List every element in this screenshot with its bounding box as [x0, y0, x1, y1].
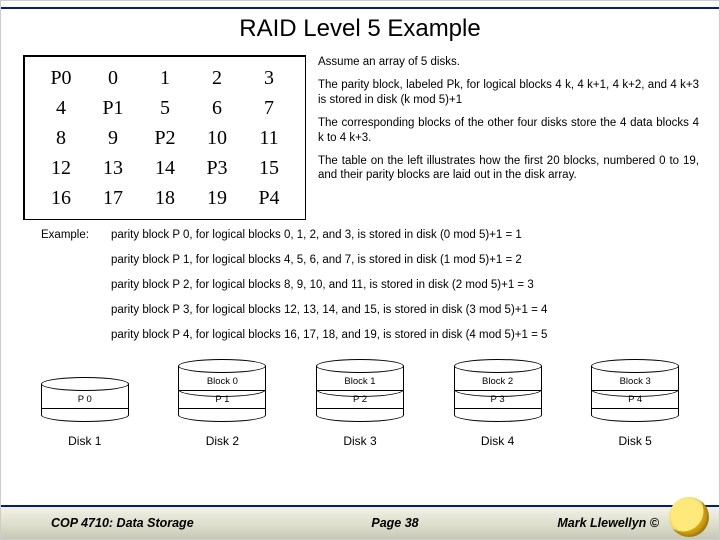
- disk-label: Disk 3: [343, 434, 376, 448]
- example-lead: [41, 278, 111, 293]
- disk-parity-band: P 4: [592, 391, 678, 409]
- example-line: parity block P 2, for logical blocks 8, …: [111, 278, 534, 293]
- disk-block-band: Block 2: [455, 373, 541, 391]
- footer-author: Mark Llewellyn ©: [479, 516, 659, 530]
- disk-column: P 0 Disk 1: [25, 377, 145, 448]
- footer-course: COP 4710: Data Storage: [51, 516, 311, 530]
- matrix-cell: 16: [35, 183, 87, 213]
- matrix-cell: 13: [87, 153, 139, 183]
- disk-parity-band: P 3: [455, 391, 541, 409]
- disk-parity-band: P 1: [179, 391, 265, 409]
- matrix-cell: P2: [139, 123, 191, 153]
- disk-block-band: Block 0: [179, 373, 265, 391]
- matrix-cell: 4: [35, 93, 87, 123]
- matrix-cell: P0: [35, 63, 87, 93]
- matrix-cell: 10: [191, 123, 243, 153]
- matrix-cell: 14: [139, 153, 191, 183]
- slide-footer: COP 4710: Data Storage Page 38 Mark Llew…: [1, 505, 719, 539]
- disk-parity-band: P 2: [317, 391, 403, 409]
- disk-cylinder-icon: P 0: [41, 377, 129, 422]
- disk-diagram-row: P 0 Disk 1 Block 0P 1 Disk 2 Block 1P 2 Disk …: [1, 353, 719, 448]
- matrix-cell: 19: [191, 183, 243, 213]
- note-2: The parity block, labeled Pk, for logica…: [318, 78, 699, 107]
- example-section: Example:parity block P 0, for logical bl…: [1, 220, 719, 343]
- example-line: parity block P 0, for logical blocks 0, …: [111, 228, 522, 243]
- matrix-cell: 1: [139, 63, 191, 93]
- matrix-cell: 11: [243, 123, 295, 153]
- example-lead: Example:: [41, 228, 111, 243]
- disk-column: Block 3P 4 Disk 5: [575, 359, 695, 448]
- disk-column: Block 0P 1 Disk 2: [162, 359, 282, 448]
- block-layout-table: P001234P156789P21011121314P31516171819P4: [23, 55, 306, 220]
- disk-column: Block 1P 2 Disk 3: [300, 359, 420, 448]
- footer-page: Page 38: [311, 516, 479, 530]
- disk-block-band: Block 1: [317, 373, 403, 391]
- matrix-cell: P1: [87, 93, 139, 123]
- matrix-cell: 12: [35, 153, 87, 183]
- disk-cylinder-icon: Block 1P 2: [316, 359, 404, 422]
- disk-label: Disk 5: [619, 434, 652, 448]
- matrix-cell: 15: [243, 153, 295, 183]
- ucf-seal-icon: [669, 497, 709, 537]
- matrix-cell: 5: [139, 93, 191, 123]
- matrix-cell: 7: [243, 93, 295, 123]
- matrix-cell: 2: [191, 63, 243, 93]
- matrix-cell: 8: [35, 123, 87, 153]
- matrix-cell: 9: [87, 123, 139, 153]
- example-lead: [41, 253, 111, 268]
- matrix-cell: 6: [191, 93, 243, 123]
- disk-cylinder-icon: Block 0P 1: [178, 359, 266, 422]
- matrix-cell: 17: [87, 183, 139, 213]
- note-1: Assume an array of 5 disks.: [318, 55, 699, 69]
- disk-parity-band: P 0: [42, 391, 128, 409]
- example-line: parity block P 3, for logical blocks 12,…: [111, 303, 547, 318]
- disk-label: Disk 2: [206, 434, 239, 448]
- matrix-cell: P4: [243, 183, 295, 213]
- disk-cylinder-icon: Block 2P 3: [454, 359, 542, 422]
- matrix-cell: 18: [139, 183, 191, 213]
- matrix-cell: P3: [191, 153, 243, 183]
- example-lead: [41, 328, 111, 343]
- note-3: The corresponding blocks of the other fo…: [318, 116, 699, 145]
- disk-cylinder-icon: Block 3P 4: [591, 359, 679, 422]
- disk-label: Disk 1: [68, 434, 101, 448]
- disk-label: Disk 4: [481, 434, 514, 448]
- matrix-cell: 3: [243, 63, 295, 93]
- example-lead: [41, 303, 111, 318]
- disk-block-band: Block 3: [592, 373, 678, 391]
- example-line: parity block P 1, for logical blocks 4, …: [111, 253, 522, 268]
- example-line: parity block P 4, for logical blocks 16,…: [111, 328, 547, 343]
- description-notes: Assume an array of 5 disks. The parity b…: [318, 55, 699, 220]
- note-4: The table on the left illustrates how th…: [318, 154, 699, 183]
- matrix-cell: 0: [87, 63, 139, 93]
- disk-column: Block 2P 3 Disk 4: [438, 359, 558, 448]
